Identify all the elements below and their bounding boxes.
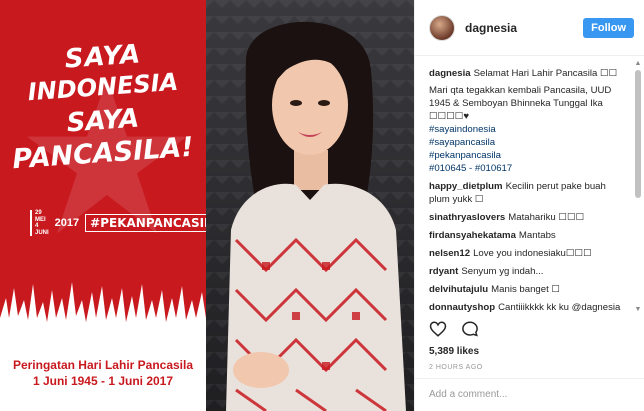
poster-dateline: 29 MEI 4 JUNI 2017 #PEKANPANCASILA bbox=[30, 210, 206, 237]
hashtag-link[interactable]: #sayapancasila bbox=[429, 136, 627, 149]
comments-list[interactable]: dagnesia Selamat Hari Lahir Pancasila ☐☐ … bbox=[415, 57, 644, 315]
follow-button[interactable]: Follow bbox=[583, 17, 634, 38]
comment-item: rdyant Senyum yg indah... bbox=[429, 266, 544, 277]
comment-item: donnautyshop Cantiiikkkk kk ku @dagnesia … bbox=[429, 302, 621, 313]
scroll-thumb[interactable] bbox=[635, 70, 641, 198]
crowd-silhouette bbox=[0, 282, 206, 338]
poster-year: 2017 bbox=[54, 217, 80, 230]
comment-username[interactable]: delvihutajulu bbox=[429, 284, 488, 295]
comment-item: delvihutajulu Manis banget ☐ bbox=[429, 284, 561, 295]
pancasila-poster: SAYA INDONESIA SAYA PANCASILA! 29 MEI 4 … bbox=[0, 0, 206, 411]
post-header: dagnesia Follow bbox=[415, 0, 644, 56]
poster-footer-line2: 1 Juni 1945 - 1 Juni 2017 bbox=[32, 374, 174, 388]
post-actions bbox=[429, 320, 479, 338]
caption-username[interactable]: dagnesia bbox=[429, 68, 471, 79]
scroll-up-arrow-icon[interactable]: ▲ bbox=[634, 60, 642, 68]
comment-item: firdansyahekatama Mantabs bbox=[429, 230, 556, 241]
poster-date-range: 29 MEI 4 JUNI bbox=[30, 210, 49, 237]
caption-text2: Mari qta tegakkan kembali Pancasila, UUD… bbox=[429, 85, 612, 122]
hashtag-link[interactable]: #pekanpancasila bbox=[429, 149, 627, 162]
hashtag-link[interactable]: #010645 - #010617 bbox=[429, 162, 627, 175]
likes-count[interactable]: 5,389 likes bbox=[429, 346, 479, 357]
comment-item: nelsen12 Love you indonesiaku☐☐☐ bbox=[429, 248, 592, 259]
header-username[interactable]: dagnesia bbox=[465, 21, 583, 35]
comment-username[interactable]: nelsen12 bbox=[429, 248, 470, 259]
comment-item: happy_dietplum Kecilin perut pake buah pl… bbox=[429, 181, 606, 205]
hashtag-link[interactable]: #sayaindonesia bbox=[429, 123, 627, 136]
comments-scrollbar[interactable]: ▲ ▼ bbox=[634, 60, 642, 314]
comment-item: sinathryaslovers Matahariku ☐☐☐ bbox=[429, 212, 585, 223]
comment-username[interactable]: firdansyahekatama bbox=[429, 230, 516, 241]
avatar[interactable] bbox=[429, 14, 455, 41]
comment-username[interactable]: rdyant bbox=[429, 266, 458, 277]
portrait-photo bbox=[206, 0, 414, 411]
heart-icon[interactable] bbox=[429, 320, 447, 338]
poster-hashtag: #PEKANPANCASILA bbox=[85, 214, 206, 233]
scroll-down-arrow-icon[interactable]: ▼ bbox=[634, 306, 642, 314]
comment-username[interactable]: donnautyshop bbox=[429, 302, 495, 313]
poster-headline: SAYA INDONESIA SAYA PANCASILA! bbox=[0, 39, 206, 175]
comment-username[interactable]: sinathryaslovers bbox=[429, 212, 505, 223]
post-timestamp: 2 HOURS AGO bbox=[429, 364, 483, 371]
comment-bubble-icon[interactable] bbox=[461, 320, 479, 338]
post-sidebar: dagnesia Follow dagnesia Selamat Hari Lah… bbox=[414, 0, 644, 411]
post-image[interactable]: SAYA INDONESIA SAYA PANCASILA! 29 MEI 4 … bbox=[0, 0, 414, 411]
caption: dagnesia Selamat Hari Lahir Pancasila ☐☐ … bbox=[429, 67, 627, 175]
woman-portrait bbox=[226, 21, 406, 411]
add-comment-input[interactable]: Add a comment... bbox=[415, 378, 644, 411]
poster-footer-line1: Peringatan Hari Lahir Pancasila bbox=[12, 358, 194, 372]
instagram-post: SAYA INDONESIA SAYA PANCASILA! 29 MEI 4 … bbox=[0, 0, 644, 411]
comment-username[interactable]: happy_dietplum bbox=[429, 181, 503, 192]
caption-text1: Selamat Hari Lahir Pancasila ☐☐ bbox=[473, 68, 618, 79]
